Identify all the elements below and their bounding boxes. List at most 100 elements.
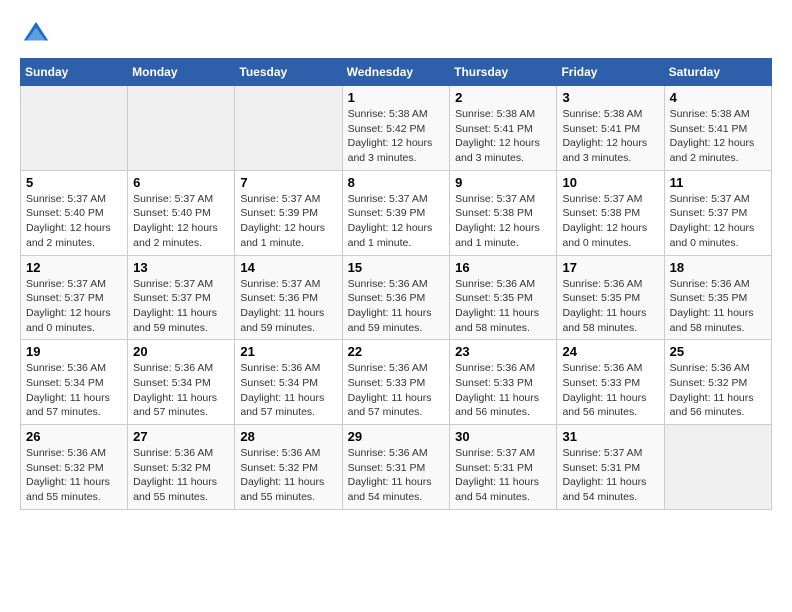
day-info: Sunrise: 5:38 AM Sunset: 5:42 PM Dayligh… bbox=[348, 107, 445, 166]
calendar-cell: 13Sunrise: 5:37 AM Sunset: 5:37 PM Dayli… bbox=[128, 255, 235, 340]
calendar-cell: 31 Sunrise: 5:37 AM Sunset: 5:31 PM Dayli… bbox=[557, 425, 664, 510]
day-number: 27 bbox=[133, 429, 229, 444]
logo bbox=[20, 20, 50, 48]
day-info: Sunrise: 5:36 AM Sunset: 5:36 PM Dayligh… bbox=[348, 277, 445, 336]
calendar-cell: 5 Sunrise: 5:37 AM Sunset: 5:40 PM Daylig… bbox=[21, 170, 128, 255]
day-info: Sunrise: 5:37 AM Sunset: 5:37 PM Dayligh… bbox=[670, 192, 766, 251]
calendar: SundayMondayTuesdayWednesdayThursdayFrid… bbox=[20, 58, 772, 510]
calendar-cell: 9Sunrise: 5:37 AM Sunset: 5:38 PM Daylig… bbox=[450, 170, 557, 255]
day-number: 4 bbox=[670, 90, 766, 105]
calendar-cell: 28 Sunrise: 5:36 AM Sunset: 5:32 PM Dayli… bbox=[235, 425, 342, 510]
calendar-cell: 23Sunrise: 5:36 AM Sunset: 5:33 PM Dayli… bbox=[450, 340, 557, 425]
day-info: Sunrise: 5:36 AM Sunset: 5:33 PM Dayligh… bbox=[562, 361, 658, 420]
calendar-cell: 11 Sunrise: 5:37 AM Sunset: 5:37 PM Dayli… bbox=[664, 170, 771, 255]
calendar-cell bbox=[128, 86, 235, 171]
header bbox=[20, 20, 772, 48]
calendar-cell: 6 Sunrise: 5:37 AM Sunset: 5:40 PM Daylig… bbox=[128, 170, 235, 255]
day-number: 12 bbox=[26, 260, 122, 275]
day-number: 26 bbox=[26, 429, 122, 444]
day-number: 7 bbox=[240, 175, 336, 190]
day-info: Sunrise: 5:36 AM Sunset: 5:35 PM Dayligh… bbox=[670, 277, 766, 336]
calendar-cell: 8 Sunrise: 5:37 AM Sunset: 5:39 PM Daylig… bbox=[342, 170, 450, 255]
day-number: 15 bbox=[348, 260, 445, 275]
calendar-cell: 17 Sunrise: 5:36 AM Sunset: 5:35 PM Dayli… bbox=[557, 255, 664, 340]
day-number: 9 bbox=[455, 175, 551, 190]
day-number: 19 bbox=[26, 344, 122, 359]
day-info: Sunrise: 5:37 AM Sunset: 5:40 PM Dayligh… bbox=[133, 192, 229, 251]
calendar-cell: 3 Sunrise: 5:38 AM Sunset: 5:41 PM Daylig… bbox=[557, 86, 664, 171]
day-info: Sunrise: 5:37 AM Sunset: 5:31 PM Dayligh… bbox=[562, 446, 658, 505]
day-number: 31 bbox=[562, 429, 658, 444]
logo-icon bbox=[22, 20, 50, 48]
day-header-tuesday: Tuesday bbox=[235, 59, 342, 86]
calendar-cell: 16Sunrise: 5:36 AM Sunset: 5:35 PM Dayli… bbox=[450, 255, 557, 340]
calendar-cell: 1 Sunrise: 5:38 AM Sunset: 5:42 PM Daylig… bbox=[342, 86, 450, 171]
day-number: 18 bbox=[670, 260, 766, 275]
day-info: Sunrise: 5:36 AM Sunset: 5:34 PM Dayligh… bbox=[133, 361, 229, 420]
day-info: Sunrise: 5:37 AM Sunset: 5:39 PM Dayligh… bbox=[348, 192, 445, 251]
day-number: 16 bbox=[455, 260, 551, 275]
day-info: Sunrise: 5:36 AM Sunset: 5:34 PM Dayligh… bbox=[26, 361, 122, 420]
calendar-cell: 4 Sunrise: 5:38 AM Sunset: 5:41 PM Daylig… bbox=[664, 86, 771, 171]
calendar-week-3: 12 Sunrise: 5:37 AM Sunset: 5:37 PM Dayli… bbox=[21, 255, 772, 340]
calendar-cell: 10 Sunrise: 5:37 AM Sunset: 5:38 PM Dayli… bbox=[557, 170, 664, 255]
day-info: Sunrise: 5:37 AM Sunset: 5:39 PM Dayligh… bbox=[240, 192, 336, 251]
calendar-cell bbox=[235, 86, 342, 171]
day-header-friday: Friday bbox=[557, 59, 664, 86]
day-number: 24 bbox=[562, 344, 658, 359]
calendar-cell: 30 Sunrise: 5:37 AM Sunset: 5:31 PM Dayli… bbox=[450, 425, 557, 510]
day-number: 14 bbox=[240, 260, 336, 275]
calendar-cell: 24 Sunrise: 5:36 AM Sunset: 5:33 PM Dayli… bbox=[557, 340, 664, 425]
day-info: Sunrise: 5:36 AM Sunset: 5:35 PM Dayligh… bbox=[562, 277, 658, 336]
day-number: 8 bbox=[348, 175, 445, 190]
day-number: 25 bbox=[670, 344, 766, 359]
calendar-cell: 14Sunrise: 5:37 AM Sunset: 5:36 PM Dayli… bbox=[235, 255, 342, 340]
calendar-cell: 15 Sunrise: 5:36 AM Sunset: 5:36 PM Dayli… bbox=[342, 255, 450, 340]
day-info: Sunrise: 5:36 AM Sunset: 5:33 PM Dayligh… bbox=[348, 361, 445, 420]
calendar-cell: 21Sunrise: 5:36 AM Sunset: 5:34 PM Dayli… bbox=[235, 340, 342, 425]
calendar-cell: 20 Sunrise: 5:36 AM Sunset: 5:34 PM Dayli… bbox=[128, 340, 235, 425]
calendar-cell: 26 Sunrise: 5:36 AM Sunset: 5:32 PM Dayli… bbox=[21, 425, 128, 510]
calendar-cell: 27 Sunrise: 5:36 AM Sunset: 5:32 PM Dayli… bbox=[128, 425, 235, 510]
calendar-cell: 7 Sunrise: 5:37 AM Sunset: 5:39 PM Daylig… bbox=[235, 170, 342, 255]
calendar-cell: 25Sunrise: 5:36 AM Sunset: 5:32 PM Dayli… bbox=[664, 340, 771, 425]
day-header-monday: Monday bbox=[128, 59, 235, 86]
day-number: 11 bbox=[670, 175, 766, 190]
calendar-cell: 22 Sunrise: 5:36 AM Sunset: 5:33 PM Dayli… bbox=[342, 340, 450, 425]
day-number: 20 bbox=[133, 344, 229, 359]
calendar-cell bbox=[21, 86, 128, 171]
day-info: Sunrise: 5:38 AM Sunset: 5:41 PM Dayligh… bbox=[670, 107, 766, 166]
day-info: Sunrise: 5:36 AM Sunset: 5:32 PM Dayligh… bbox=[240, 446, 336, 505]
day-header-saturday: Saturday bbox=[664, 59, 771, 86]
day-info: Sunrise: 5:36 AM Sunset: 5:32 PM Dayligh… bbox=[133, 446, 229, 505]
day-info: Sunrise: 5:37 AM Sunset: 5:38 PM Dayligh… bbox=[562, 192, 658, 251]
day-info: Sunrise: 5:38 AM Sunset: 5:41 PM Dayligh… bbox=[562, 107, 658, 166]
day-number: 5 bbox=[26, 175, 122, 190]
calendar-cell: 12 Sunrise: 5:37 AM Sunset: 5:37 PM Dayli… bbox=[21, 255, 128, 340]
day-number: 29 bbox=[348, 429, 445, 444]
calendar-week-4: 19 Sunrise: 5:36 AM Sunset: 5:34 PM Dayli… bbox=[21, 340, 772, 425]
day-number: 3 bbox=[562, 90, 658, 105]
day-number: 17 bbox=[562, 260, 658, 275]
day-header-thursday: Thursday bbox=[450, 59, 557, 86]
calendar-cell: 29 Sunrise: 5:36 AM Sunset: 5:31 PM Dayli… bbox=[342, 425, 450, 510]
day-number: 2 bbox=[455, 90, 551, 105]
calendar-cell bbox=[664, 425, 771, 510]
day-number: 6 bbox=[133, 175, 229, 190]
day-info: Sunrise: 5:36 AM Sunset: 5:32 PM Dayligh… bbox=[26, 446, 122, 505]
day-number: 30 bbox=[455, 429, 551, 444]
day-info: Sunrise: 5:37 AM Sunset: 5:40 PM Dayligh… bbox=[26, 192, 122, 251]
day-number: 10 bbox=[562, 175, 658, 190]
day-info: Sunrise: 5:36 AM Sunset: 5:31 PM Dayligh… bbox=[348, 446, 445, 505]
day-number: 1 bbox=[348, 90, 445, 105]
calendar-week-1: 1 Sunrise: 5:38 AM Sunset: 5:42 PM Daylig… bbox=[21, 86, 772, 171]
calendar-week-5: 26 Sunrise: 5:36 AM Sunset: 5:32 PM Dayli… bbox=[21, 425, 772, 510]
day-info: Sunrise: 5:37 AM Sunset: 5:37 PM Dayligh… bbox=[26, 277, 122, 336]
calendar-week-2: 5 Sunrise: 5:37 AM Sunset: 5:40 PM Daylig… bbox=[21, 170, 772, 255]
day-info: Sunrise: 5:37 AM Sunset: 5:37 PM Dayligh… bbox=[133, 277, 229, 336]
day-info: Sunrise: 5:38 AM Sunset: 5:41 PM Dayligh… bbox=[455, 107, 551, 166]
day-number: 22 bbox=[348, 344, 445, 359]
calendar-cell: 2 Sunrise: 5:38 AM Sunset: 5:41 PM Daylig… bbox=[450, 86, 557, 171]
day-number: 28 bbox=[240, 429, 336, 444]
day-info: Sunrise: 5:37 AM Sunset: 5:31 PM Dayligh… bbox=[455, 446, 551, 505]
